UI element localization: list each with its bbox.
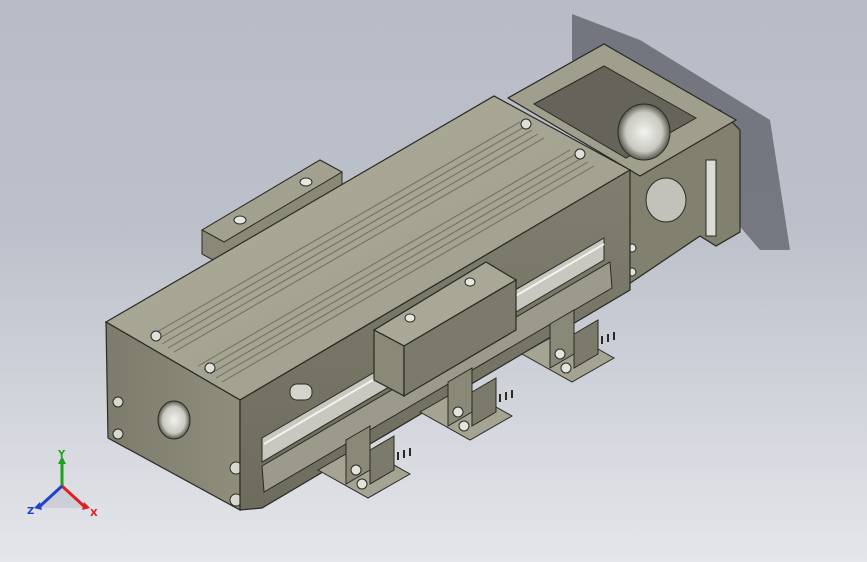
coupling-opening (645, 177, 687, 223)
coupling-bore (617, 103, 671, 161)
cad-model-linear-actuator[interactable] (0, 0, 867, 562)
triad-x-arrow (82, 502, 90, 510)
triad-y-label: Y (57, 449, 66, 460)
triad-z-arrow (34, 502, 42, 510)
carriage-hole (464, 277, 476, 287)
view-orientation-triad[interactable]: Y X Z (26, 448, 102, 520)
guide-pin (289, 383, 313, 401)
carriage-hole (404, 313, 416, 323)
graphics-viewport[interactable]: Y X Z (0, 0, 867, 562)
triad-x-label: X (90, 508, 98, 519)
triad-z-label: Z (27, 506, 34, 517)
flange-hole (233, 215, 247, 225)
bracket-slot (705, 159, 717, 237)
end-face-bore (157, 400, 191, 440)
flange-hole (299, 177, 313, 187)
triad-base (40, 486, 84, 508)
